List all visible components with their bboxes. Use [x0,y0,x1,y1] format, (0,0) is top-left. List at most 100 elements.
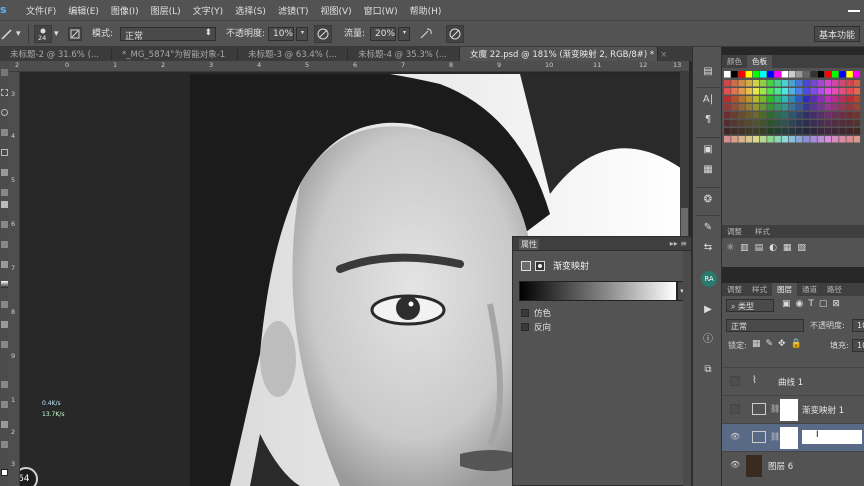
airbrush-button[interactable] [418,26,434,42]
quick-select-tool-icon[interactable] [1,129,8,136]
adjustments-icon[interactable]: ⇆ [701,241,715,255]
history-icon[interactable]: ▤ [701,65,715,79]
menu-edit[interactable]: 编辑(E) [68,4,99,17]
tool-preset-chevron-icon[interactable]: ▾ [16,26,24,42]
plugin-ra-icon[interactable]: RA [701,271,717,287]
tab-untitled-2[interactable]: 未标题-2 @ 31.6% (... [0,47,112,61]
workspace-switcher[interactable]: 基本功能 [814,26,860,42]
tab-untitled-4[interactable]: 未标题-4 @ 35.3% (... [348,47,460,61]
lasso-tool-icon[interactable] [1,109,8,116]
scroll-thumb[interactable] [681,208,688,238]
layer-row[interactable]: ⌇ 曲线 1 [722,367,864,395]
layer-opacity-input[interactable]: 10 [852,319,864,332]
blur-tool-icon[interactable] [1,301,8,308]
dither-checkbox[interactable]: 仿色 [521,307,551,319]
foreground-color-swatch[interactable] [1,469,8,476]
tab-untitled-3[interactable]: 未标题-3 @ 63.4% (... [238,47,348,61]
tool-presets-icon[interactable]: ✎ [701,221,715,235]
panel-menu-icon[interactable]: ▸▸ ≡ [670,239,687,248]
info-circle-icon[interactable]: ⓘ [701,333,715,347]
tab-adjustments[interactable]: 调整 [722,225,747,238]
move-tool-icon[interactable] [1,69,8,76]
healing-brush-tool-icon[interactable] [1,189,8,196]
flow-slider-button[interactable]: ▾ [398,27,410,41]
layer-filter-dropdown[interactable]: ⌕ 类型 [726,299,774,312]
opacity-input[interactable]: 10% [268,27,294,41]
pen-tool-icon[interactable] [1,341,8,348]
clone-source-icon[interactable]: ❂ [701,193,715,207]
brush-preset-picker[interactable]: 24 [34,25,52,43]
eye-icon[interactable]: 👁 [730,432,740,442]
menu-window[interactable]: 窗口(W) [364,4,398,17]
menu-select[interactable]: 选择(S) [235,4,266,17]
info-icon[interactable]: ▦ [701,163,715,177]
visibility-toggle[interactable] [730,404,740,414]
layer-row-selected[interactable]: 👁 ⛓ I [722,423,864,451]
gradient-preview[interactable] [519,281,677,301]
clone-stamp-tool-icon[interactable] [1,221,8,228]
reverse-checkbox[interactable]: 反向 [521,321,551,333]
layer-row[interactable]: ⛓ 渐变映射 1 [722,395,864,423]
menu-image[interactable]: 图像(I) [111,4,139,17]
properties-scrollbar[interactable] [683,251,691,486]
mode-dropdown[interactable]: 正常 ⬍ [120,27,216,42]
adjustment-buttons[interactable]: ☼▥▤◐▦▧ [726,243,862,263]
fill-input[interactable]: 10 [852,339,864,352]
brush-chevron-icon[interactable]: ▾ [54,26,62,42]
type-tool-icon[interactable] [1,361,8,368]
shape-tool-icon[interactable] [1,401,8,408]
menu-view[interactable]: 视图(V) [320,4,351,17]
eyedropper-tool-icon[interactable] [1,169,8,176]
tab-color[interactable]: 颜色 [722,55,747,68]
pressure-size-button[interactable] [446,25,464,43]
hand-tool-icon[interactable] [1,421,8,428]
menu-help[interactable]: 帮助(H) [410,4,442,17]
menu-filter[interactable]: 滤镜(T) [278,4,309,17]
eraser-tool-icon[interactable] [1,261,8,268]
tab-styles[interactable]: 样式 [750,225,775,238]
layer-mask-thumbnail[interactable] [780,399,798,421]
tab-channels[interactable]: 通道 [797,283,822,296]
tab-swatches[interactable]: 色板 [747,55,772,68]
tab-paths[interactable]: 路径 [822,283,847,296]
menu-file[interactable]: 文件(F) [26,4,56,17]
menu-layer[interactable]: 图层(L) [151,4,181,17]
mask-icon[interactable] [535,260,545,271]
crop-tool-icon[interactable] [1,149,8,156]
layer-row[interactable]: 👁 图层 6 [722,451,864,479]
tab-active-document[interactable]: 女魔 22.psd @ 181% (渐变映射 2, RGB/8#) * × [460,47,667,61]
brush-tool-icon[interactable] [0,26,14,42]
adjustment-icon[interactable] [521,260,531,271]
checkbox-box[interactable] [521,323,529,331]
path-select-tool-icon[interactable] [1,381,8,388]
layer-comps-icon[interactable]: ⧉ [701,363,715,377]
close-tab-icon[interactable]: × [660,50,667,60]
tab-styles-small[interactable]: 样式 [747,283,772,296]
minimize-button[interactable] [824,2,860,16]
menu-type[interactable]: 文字(Y) [193,4,224,17]
blend-mode-dropdown[interactable]: 正常 [726,319,804,332]
layer-mask-thumbnail[interactable] [780,427,798,449]
layer-name-input[interactable]: I [802,430,862,444]
lock-icons[interactable]: ▦✎✥🔒 [752,339,807,349]
opacity-slider-button[interactable]: ▾ [296,27,308,41]
checkbox-box[interactable] [521,309,529,317]
tab-mg5874[interactable]: *_MG_5874"为智能对象-1 [112,47,238,61]
swatch-grid[interactable] [724,71,864,145]
layer-filter-icons[interactable]: ▣◉T▢⊠ [782,299,845,309]
pressure-opacity-button[interactable] [314,25,332,43]
flow-input[interactable]: 20% [370,27,396,41]
brush-tool-icon[interactable] [1,201,8,208]
eye-icon[interactable]: 👁 [730,460,740,470]
paragraph-icon[interactable]: ¶ [701,113,715,127]
zoom-tool-icon[interactable] [1,441,8,448]
tab-properties[interactable]: 属性 [519,239,539,250]
dodge-tool-icon[interactable] [1,321,8,328]
tab-adjust-small[interactable]: 调整 [722,283,747,296]
navigator-icon[interactable]: ▣ [701,143,715,157]
tab-layers[interactable]: 图层 [772,283,797,296]
history-brush-tool-icon[interactable] [1,241,8,248]
character-icon[interactable]: A| [701,93,715,107]
visibility-toggle[interactable] [730,376,740,386]
gradient-tool-icon[interactable] [1,281,8,288]
